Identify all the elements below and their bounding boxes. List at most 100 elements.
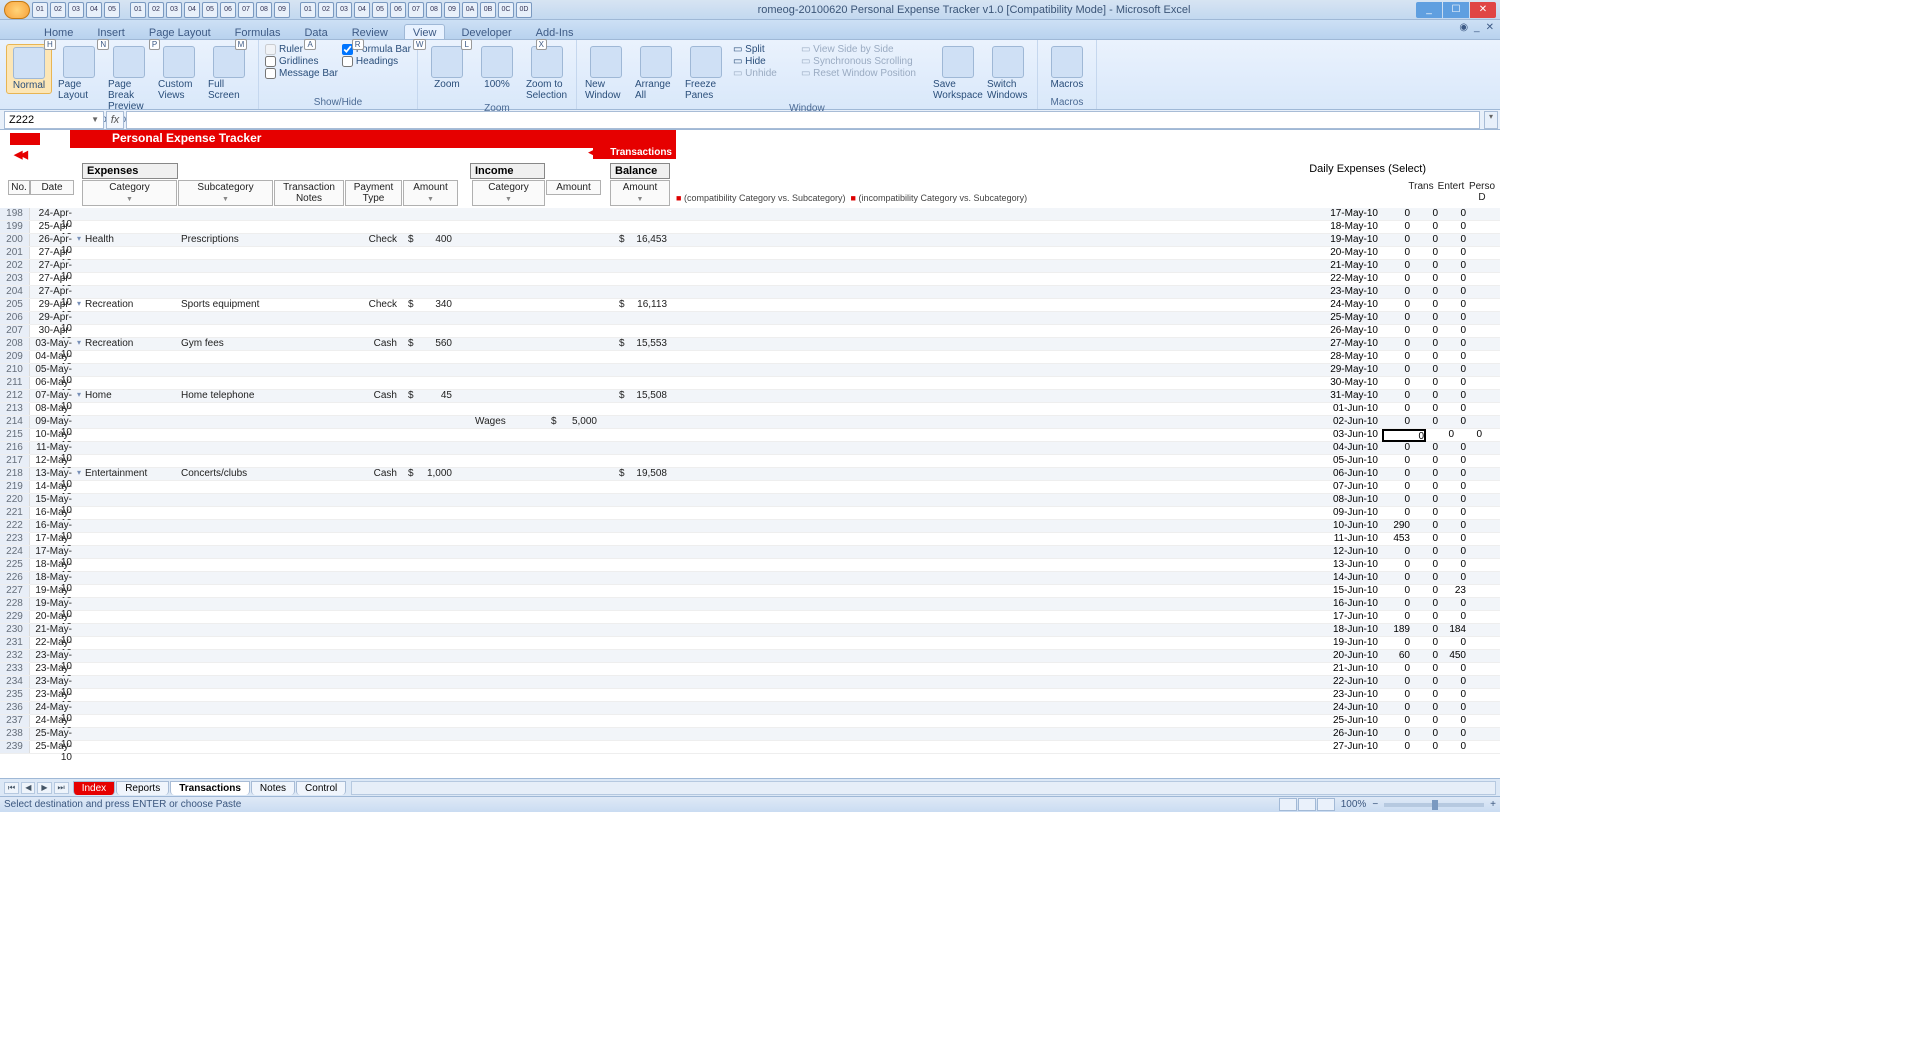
qat-button[interactable]: 02 (50, 2, 66, 18)
daily-row[interactable]: 15-Jun-100023 (1320, 585, 1500, 598)
side-by-side-button[interactable]: ▭ View Side by Side (801, 44, 931, 55)
table-row[interactable]: 22317-May-10 (0, 533, 1500, 546)
zoom-to-selection-button[interactable]: Zoom to Selection (524, 44, 570, 103)
daily-column[interactable]: 17-May-1000018-May-1000019-May-1000020-M… (1320, 208, 1500, 754)
table-row[interactable]: 20730-Apr-10 (0, 325, 1500, 338)
daily-row[interactable]: 03-Jun-10000 (1320, 429, 1500, 442)
collapse-icon[interactable]: ▾ (74, 338, 82, 350)
name-box[interactable]: Z222▼ (4, 111, 104, 129)
workbook-close-icon[interactable]: ✕ (1486, 22, 1494, 33)
table-row[interactable]: 20127-Apr-10 (0, 247, 1500, 260)
fx-icon[interactable]: fx (106, 111, 124, 129)
sheet-tab-transactions[interactable]: Transactions (170, 781, 250, 795)
full-screen-button[interactable]: Full Screen (206, 44, 252, 103)
data-rows[interactable]: 19824-Apr-1019925-Apr-1020026-Apr-10▾Hea… (0, 208, 1500, 778)
table-row[interactable]: 21611-May-10 (0, 442, 1500, 455)
qat-button[interactable]: 05 (372, 2, 388, 18)
headings-checkbox[interactable]: Headings (342, 56, 411, 67)
sheet-tab-control[interactable]: Control (296, 781, 346, 795)
col-balance-amount[interactable]: Amount▼ (610, 180, 670, 206)
table-row[interactable]: 22116-May-10 (0, 507, 1500, 520)
page-layout-button[interactable]: Page Layout (56, 44, 102, 103)
daily-row[interactable]: 10-Jun-1029000 (1320, 520, 1500, 533)
daily-row[interactable]: 24-May-10000 (1320, 299, 1500, 312)
table-row[interactable]: 23825-May-10 (0, 728, 1500, 741)
qat-button[interactable]: 04 (86, 2, 102, 18)
formula-input[interactable] (126, 111, 1480, 129)
daily-row[interactable]: 02-Jun-10000 (1320, 416, 1500, 429)
table-row[interactable]: 21207-May-10▾HomeHome telephoneCash$45$1… (0, 390, 1500, 403)
switch-windows-button[interactable]: Switch Windows (985, 44, 1031, 103)
daily-row[interactable]: 11-Jun-1045300 (1320, 533, 1500, 546)
zoom-in-icon[interactable]: + (1490, 799, 1496, 810)
daily-row[interactable]: 05-Jun-10000 (1320, 455, 1500, 468)
qat-button[interactable]: 01 (32, 2, 48, 18)
col-amount[interactable]: Amount▼ (403, 180, 458, 206)
col-payment[interactable]: Payment Type (345, 180, 402, 206)
daily-row[interactable]: 27-Jun-10000 (1320, 741, 1500, 754)
daily-row[interactable]: 13-Jun-10000 (1320, 559, 1500, 572)
reset-pos-button[interactable]: ▭ Reset Window Position (801, 68, 931, 79)
daily-row[interactable]: 25-May-10000 (1320, 312, 1500, 325)
table-row[interactable]: 21106-May-10 (0, 377, 1500, 390)
ribbon-tab-add-ins[interactable]: Add-InsX (528, 25, 582, 39)
daily-row[interactable]: 17-May-10000 (1320, 208, 1500, 221)
qat-button[interactable]: 06 (220, 2, 236, 18)
table-row[interactable]: 21409-May-10Wages$5,000 (0, 416, 1500, 429)
sheet-tab-reports[interactable]: Reports (116, 781, 169, 795)
ribbon-tab-insert[interactable]: InsertN (89, 25, 133, 39)
ribbon-tab-formulas[interactable]: FormulasM (227, 25, 289, 39)
qat-button[interactable]: 05 (104, 2, 120, 18)
zoom-slider[interactable] (1384, 803, 1484, 807)
qat-button[interactable]: 04 (354, 2, 370, 18)
table-row[interactable]: 22618-May-10 (0, 572, 1500, 585)
daily-row[interactable]: 28-May-10000 (1320, 351, 1500, 364)
table-row[interactable]: 21510-May-10 (0, 429, 1500, 442)
page-break-button[interactable]: Page Break Preview (106, 44, 152, 114)
sheet-nav-arrows[interactable]: ⏮◀▶⏭ (0, 782, 73, 794)
daily-row[interactable]: 30-May-10000 (1320, 377, 1500, 390)
table-row[interactable]: 20427-Apr-10 (0, 286, 1500, 299)
table-row[interactable]: 21308-May-10 (0, 403, 1500, 416)
sheet-tab-notes[interactable]: Notes (251, 781, 295, 795)
table-row[interactable]: 21813-May-10▾EntertainmentConcerts/clubs… (0, 468, 1500, 481)
daily-row[interactable]: 26-May-10000 (1320, 325, 1500, 338)
daily-row[interactable]: 22-Jun-10000 (1320, 676, 1500, 689)
table-row[interactable]: 22015-May-10 (0, 494, 1500, 507)
qat-button[interactable]: 0A (462, 2, 478, 18)
qat-button[interactable]: 02 (148, 2, 164, 18)
table-row[interactable]: 23624-May-10 (0, 702, 1500, 715)
daily-row[interactable]: 23-Jun-10000 (1320, 689, 1500, 702)
qat-button[interactable]: 07 (238, 2, 254, 18)
col-date[interactable]: Date (30, 180, 74, 195)
freeze-panes-button[interactable]: Freeze Panes (683, 44, 729, 103)
nav-back-icon[interactable]: ◀◀ (14, 148, 25, 161)
daily-row[interactable]: 04-Jun-10000 (1320, 442, 1500, 455)
ribbon-tab-data[interactable]: DataA (296, 25, 335, 39)
collapse-icon[interactable]: ▾ (74, 390, 82, 402)
ribbon-tab-home[interactable]: HomeH (36, 25, 81, 39)
split-button[interactable]: ▭ Split (733, 44, 797, 55)
daily-row[interactable]: 07-Jun-10000 (1320, 481, 1500, 494)
unhide-button[interactable]: ▭ Unhide (733, 68, 797, 79)
qat-button[interactable]: 03 (166, 2, 182, 18)
table-row[interactable]: 22719-May-10 (0, 585, 1500, 598)
formula-expand-icon[interactable]: ▾ (1484, 111, 1498, 129)
daily-row[interactable]: 18-May-10000 (1320, 221, 1500, 234)
save-workspace-button[interactable]: Save Workspace (935, 44, 981, 103)
table-row[interactable]: 22518-May-10 (0, 559, 1500, 572)
daily-row[interactable]: 09-Jun-10000 (1320, 507, 1500, 520)
table-row[interactable]: 21005-May-10 (0, 364, 1500, 377)
daily-row[interactable]: 22-May-10000 (1320, 273, 1500, 286)
daily-row[interactable]: 27-May-10000 (1320, 338, 1500, 351)
daily-row[interactable]: 18-Jun-101890184 (1320, 624, 1500, 637)
daily-row[interactable]: 21-May-10000 (1320, 260, 1500, 273)
table-row[interactable]: 20904-May-10 (0, 351, 1500, 364)
collapse-icon[interactable]: ▾ (74, 468, 82, 480)
table-row[interactable]: 21914-May-10 (0, 481, 1500, 494)
ruler-checkbox[interactable]: Ruler (265, 44, 338, 55)
daily-row[interactable]: 12-Jun-10000 (1320, 546, 1500, 559)
maximize-button[interactable]: ☐ (1443, 2, 1469, 18)
zoom-out-icon[interactable]: − (1372, 799, 1378, 810)
message-bar-checkbox[interactable]: Message Bar (265, 68, 338, 79)
